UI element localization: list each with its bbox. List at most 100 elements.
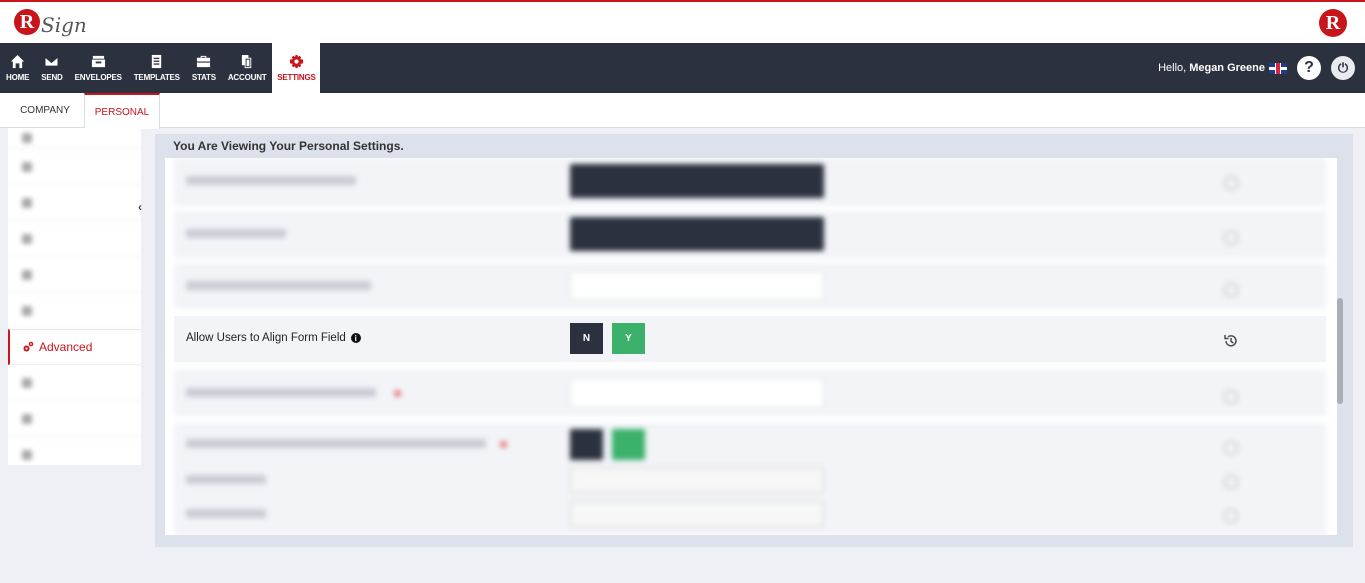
sidebar-item-blurred[interactable] — [8, 257, 141, 293]
logo-script: Sign — [41, 13, 87, 37]
nav-home-label: HOME — [6, 73, 30, 82]
toggle-no-blurred[interactable] — [570, 429, 603, 460]
brand-logo: R — [1319, 9, 1347, 37]
history-icon[interactable] — [1223, 333, 1239, 349]
user-area: Hello, Megan Greene ? ⏻ — [1158, 56, 1355, 80]
document-icon — [152, 54, 162, 69]
setting-label-text: Allow Users to Align Form Field — [186, 332, 346, 344]
sidebar-item-icon — [22, 197, 32, 208]
nav-account-label: ACCOUNT — [227, 73, 267, 82]
history-icon[interactable] — [1224, 509, 1238, 523]
sidebar-item-blurred[interactable] — [8, 185, 141, 221]
history-icon[interactable] — [1224, 176, 1238, 190]
history-icon[interactable] — [1224, 441, 1238, 455]
setting-dropdown-blurred[interactable] — [570, 378, 824, 408]
sidebar-item-advanced-label: Advanced — [39, 340, 93, 354]
required-marker — [394, 390, 401, 397]
setting-label-blurred — [186, 229, 286, 238]
uk-flag-icon[interactable] — [1269, 62, 1287, 74]
setting-row-blurred — [174, 211, 1326, 258]
top-bar: R Sign R — [0, 0, 1365, 43]
nav-send[interactable]: SEND — [35, 43, 68, 93]
nav-send-label: SEND — [41, 73, 63, 82]
setting-label-blurred — [186, 475, 266, 484]
history-icon[interactable] — [1224, 231, 1238, 245]
inbox-icon — [91, 55, 105, 68]
setting-label-blurred — [186, 388, 376, 397]
nav-menu: HOME SEND ENVELOPES TEMPLATES STATS ACCO… — [0, 43, 321, 93]
settings-panel: You Are Viewing Your Personal Settings. … — [155, 134, 1353, 547]
setting-dropdown-blurred[interactable] — [570, 271, 824, 301]
sidebar-item-blurred[interactable] — [8, 221, 141, 257]
setting-row-blurred — [174, 423, 1326, 535]
sidebar-item-icon — [22, 377, 32, 388]
setting-dropdown-blurred[interactable] — [570, 164, 824, 198]
text-input-blurred[interactable] — [570, 501, 824, 527]
setting-label-blurred — [186, 439, 486, 448]
history-icon[interactable] — [1224, 283, 1238, 297]
settings-tabs: COMPANY PERSONAL — [0, 93, 1365, 129]
rsign-logo[interactable]: R Sign — [14, 7, 87, 37]
page-title: You Are Viewing Your Personal Settings. — [173, 139, 404, 153]
nav-home[interactable]: HOME — [0, 43, 35, 93]
nav-stats[interactable]: STATS — [186, 43, 222, 93]
history-icon[interactable] — [1224, 475, 1238, 489]
toggle-yes-blurred[interactable] — [612, 429, 645, 460]
nav-templates-label: TEMPLATES — [133, 73, 180, 82]
toggle-yes-button[interactable]: Y — [612, 323, 645, 354]
sidebar-item-blurred[interactable] — [8, 293, 141, 329]
setting-dropdown-blurred[interactable] — [570, 217, 824, 251]
sidebar-item-icon — [22, 161, 32, 172]
setting-label-blurred — [186, 509, 266, 518]
page-scrollbar[interactable] — [1337, 298, 1343, 404]
sidebar-item-icon — [22, 133, 32, 143]
setting-row-blurred — [174, 370, 1326, 416]
logo-letter: R — [14, 9, 40, 35]
sidebar-item-advanced[interactable]: Advanced — [8, 329, 141, 365]
gear-icon — [289, 54, 304, 69]
nav-settings-label: SETTINGS — [277, 73, 316, 82]
setting-row-blurred — [174, 263, 1326, 309]
history-icon[interactable] — [1224, 390, 1238, 404]
tab-company[interactable]: COMPANY — [8, 93, 82, 128]
nav-envelopes-label: ENVELOPES — [74, 73, 122, 82]
setting-label-blurred — [186, 176, 356, 185]
toggle-no-button[interactable]: N — [570, 323, 603, 354]
sidebar-item-blurred[interactable] — [8, 128, 141, 149]
copy-icon — [241, 54, 251, 69]
greeting-text: Hello, — [1158, 62, 1187, 74]
settings-list: Allow Users to Align Form Field i N Y — [165, 158, 1337, 535]
setting-row-allow-align-form-field: Allow Users to Align Form Field i N Y — [174, 316, 1326, 362]
tab-personal[interactable]: PERSONAL — [84, 93, 160, 129]
sidebar-item-blurred[interactable] — [8, 437, 141, 473]
main-navbar: HOME SEND ENVELOPES TEMPLATES STATS ACCO… — [0, 43, 1365, 93]
sidebar-item-icon — [22, 305, 32, 316]
sidebar-item-icon — [22, 450, 32, 460]
settings-sidebar: Advanced — [8, 128, 141, 465]
nav-settings[interactable]: SETTINGS — [272, 43, 321, 93]
sidebar-item-blurred[interactable] — [8, 149, 141, 185]
setting-label-blurred — [186, 281, 371, 290]
sidebar-item-icon — [22, 413, 32, 424]
collapse-sidebar-button[interactable]: ‹ — [138, 200, 150, 214]
info-icon[interactable]: i — [350, 333, 361, 343]
sidebar-item-icon — [22, 233, 32, 244]
user-name[interactable]: Megan Greene — [1189, 62, 1265, 74]
gears-icon — [23, 341, 34, 352]
text-input-blurred[interactable] — [570, 467, 824, 493]
home-icon — [11, 54, 25, 69]
setting-row-blurred — [174, 158, 1326, 206]
setting-label: Allow Users to Align Form Field i — [186, 332, 361, 344]
logout-button[interactable]: ⏻ — [1331, 56, 1355, 80]
briefcase-icon — [197, 55, 211, 68]
sidebar-item-blurred[interactable] — [8, 401, 141, 437]
help-button[interactable]: ? — [1297, 56, 1321, 80]
sidebar-item-blurred[interactable] — [8, 365, 141, 401]
nav-envelopes[interactable]: ENVELOPES — [69, 43, 128, 93]
nav-stats-label: STATS — [191, 73, 216, 82]
nav-account[interactable]: ACCOUNT — [222, 43, 273, 93]
nav-templates[interactable]: TEMPLATES — [128, 43, 186, 93]
required-marker — [500, 441, 507, 448]
sidebar-item-icon — [22, 269, 32, 280]
envelope-icon — [44, 56, 60, 67]
